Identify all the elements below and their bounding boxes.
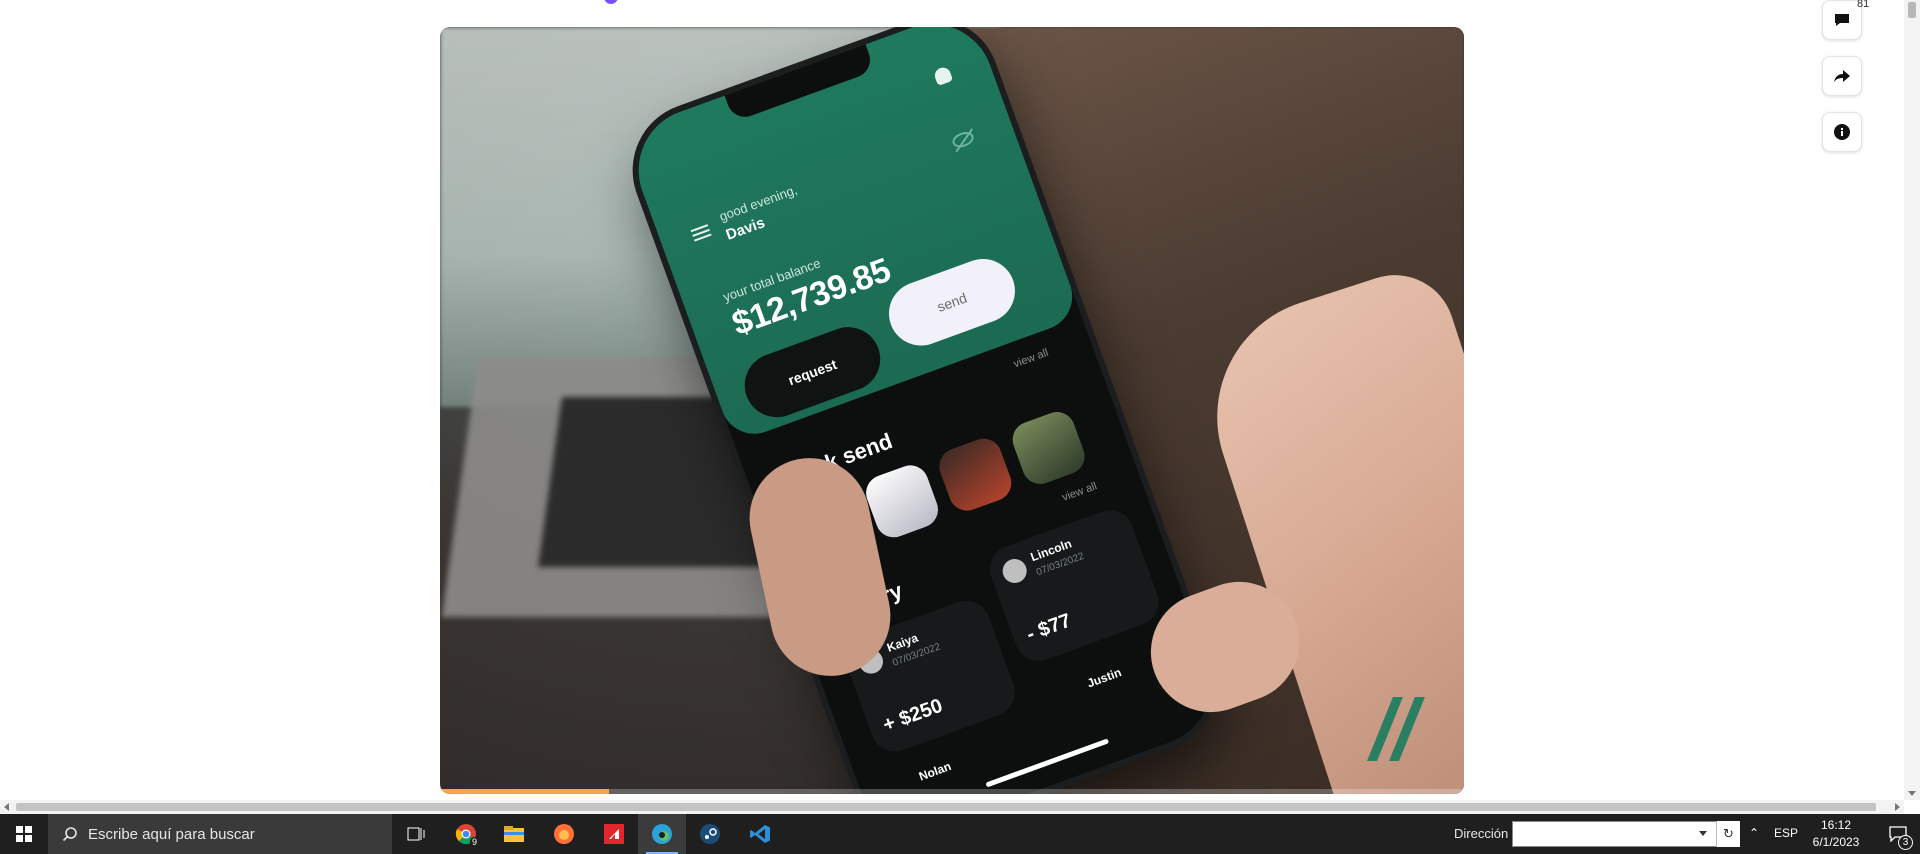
- clock-time: 16:12: [1820, 818, 1852, 832]
- video-progress-bar[interactable]: [440, 789, 1464, 794]
- refresh-icon[interactable]: ↻: [1716, 821, 1740, 847]
- amd-button[interactable]: [590, 814, 638, 854]
- scroll-left-icon[interactable]: [4, 803, 9, 811]
- chrome-button[interactable]: 9: [442, 814, 490, 854]
- info-button[interactable]: [1822, 112, 1862, 152]
- steam-icon: [700, 824, 720, 844]
- avatar-remnant: [604, 0, 618, 4]
- comment-count: 81: [1857, 0, 1870, 10]
- steam-button[interactable]: [686, 814, 734, 854]
- history-name: Justin: [1085, 665, 1124, 691]
- chrome-profile-badge: 9: [470, 837, 480, 847]
- share-icon: [1834, 70, 1850, 82]
- video-player[interactable]: good evening, Davis your total balance $…: [440, 27, 1464, 794]
- task-view-button[interactable]: [392, 814, 440, 854]
- taskbar-search[interactable]: Escribe aquí para buscar: [48, 814, 392, 854]
- edge-button[interactable]: [638, 814, 686, 854]
- share-button[interactable]: [1822, 56, 1862, 96]
- scroll-right-icon[interactable]: [1895, 803, 1900, 811]
- start-button[interactable]: [0, 814, 48, 854]
- history-view-all: view all: [1060, 480, 1099, 504]
- firefox-button[interactable]: [540, 814, 588, 854]
- history-name: Nolan: [916, 759, 954, 784]
- brand-watermark-icon: [1367, 697, 1430, 761]
- file-explorer-button[interactable]: [490, 814, 538, 854]
- quick-send-avatar: [934, 433, 1017, 516]
- quick-send-view-all: view all: [1012, 346, 1051, 371]
- task-view-icon: [407, 827, 425, 841]
- edge-icon: [652, 824, 672, 844]
- info-icon: [1834, 124, 1850, 140]
- clock-date: 6/1/2023: [1812, 835, 1860, 849]
- horizontal-scrollbar[interactable]: [0, 800, 1904, 814]
- address-input[interactable]: [1512, 821, 1740, 847]
- screen: good evening, Davis your total balance $…: [0, 0, 1920, 854]
- address-label: Dirección: [1454, 826, 1509, 841]
- search-placeholder: Escribe aquí para buscar: [88, 825, 255, 843]
- show-hidden-icons-icon[interactable]: ⌃: [1746, 826, 1762, 842]
- taskbar: Escribe aquí para buscar 9 Dirección ↻ ⌃…: [0, 814, 1920, 854]
- search-icon: [62, 827, 77, 842]
- firefox-icon: [554, 824, 574, 844]
- avatar: [999, 555, 1031, 587]
- video-progress-fill: [440, 789, 609, 794]
- scroll-down-icon[interactable]: [1908, 791, 1916, 796]
- notification-center-button[interactable]: [1876, 814, 1920, 854]
- clock[interactable]: 16:12 6/1/2023: [1808, 817, 1864, 851]
- quick-send-avatar: [1007, 406, 1090, 489]
- amd-icon: [604, 824, 624, 844]
- windows-icon: [16, 826, 32, 842]
- comment-icon: [1835, 14, 1849, 26]
- chevron-down-icon[interactable]: [1699, 831, 1707, 836]
- history-amount: + $250: [880, 694, 946, 737]
- vscode-button[interactable]: [736, 814, 784, 854]
- comments-button[interactable]: [1822, 0, 1862, 40]
- history-card: Lincoln 07/03/2022 - $77: [983, 503, 1166, 668]
- notification-count: 3: [1898, 835, 1913, 850]
- horizontal-scroll-thumb[interactable]: [16, 803, 1876, 811]
- history-amount: - $77: [1023, 609, 1075, 646]
- language-indicator[interactable]: ESP: [1774, 826, 1798, 840]
- vertical-scroll-thumb[interactable]: [1908, 2, 1916, 18]
- vertical-scrollbar[interactable]: [1904, 0, 1920, 800]
- file-explorer-icon: [504, 826, 524, 842]
- vscode-icon: [750, 825, 770, 843]
